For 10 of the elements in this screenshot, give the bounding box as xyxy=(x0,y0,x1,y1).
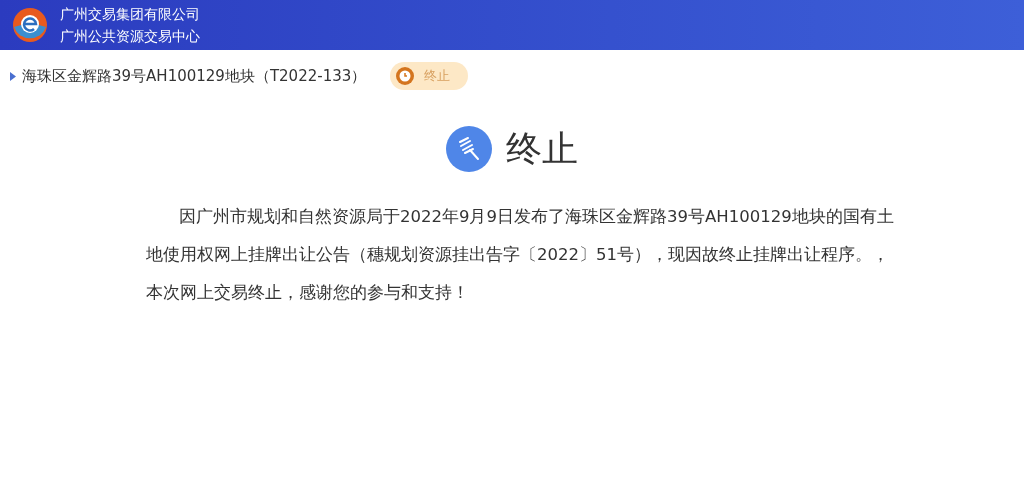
project-title: 海珠区金辉路39号AH100129地块（T2022-133） xyxy=(22,65,367,87)
gavel-icon xyxy=(446,126,492,172)
clock-icon xyxy=(396,67,415,85)
organization-name: 广州公共资源交易中心 xyxy=(60,27,200,46)
result-title: 终止 xyxy=(506,127,578,171)
logo-icon xyxy=(12,7,48,43)
bullet-icon xyxy=(10,71,16,81)
organization-name: 广州交易集团有限公司 xyxy=(60,5,200,24)
result-paragraph: 因广州市规划和自然资源局于2022年9月9日发布了海珠区金辉路39号AH100129地块的国有土地使用权网上挂牌出让公告（穗规划资源挂出告字〔2022〕51号），现因故终止挂牌出让程序。，本次网上交易终止，感谢您的参与和支持！ xyxy=(146,206,895,304)
status-label: 终止 xyxy=(424,67,451,86)
